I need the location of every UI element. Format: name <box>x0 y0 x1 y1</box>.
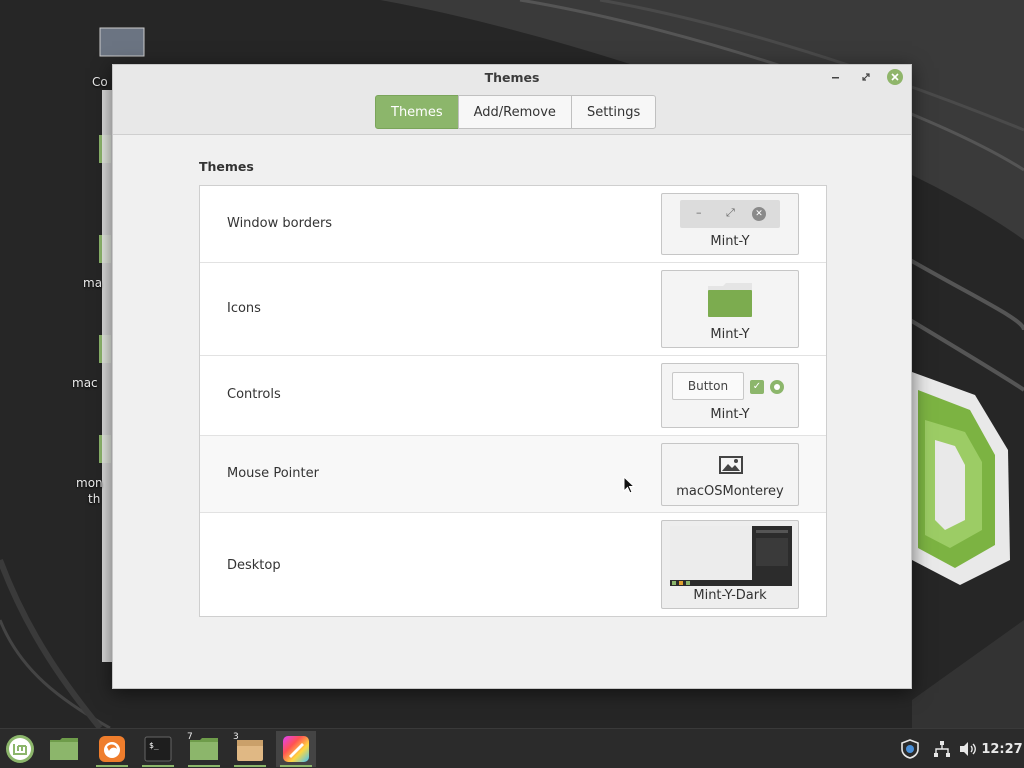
files-launcher[interactable] <box>44 731 84 767</box>
minimize-button[interactable] <box>828 69 844 85</box>
desktop-preview-icon <box>670 526 792 586</box>
terminal-launcher[interactable]: $_ <box>138 731 178 767</box>
icons-theme-button[interactable]: Mint-Y <box>661 270 799 348</box>
archive-group-launcher[interactable]: 3 <box>230 731 270 767</box>
folder-icon <box>708 283 752 317</box>
network-tray[interactable] <box>930 729 954 768</box>
theme-name: Mint-Y-Dark <box>693 588 767 603</box>
terminal-icon: $_ <box>144 736 172 762</box>
preview-minimize-icon: – <box>696 206 702 219</box>
close-icon <box>891 73 899 81</box>
preview-checkbox-icon: ✓ <box>750 380 764 394</box>
image-placeholder-icon <box>719 456 743 474</box>
tab-bar: Themes Add/Remove Settings <box>375 95 657 129</box>
row-label: Controls <box>227 387 281 402</box>
taskbar-panel: $_ 7 3 12:27 <box>0 728 1024 768</box>
firefox-launcher[interactable] <box>92 731 132 767</box>
preview-button: Button <box>672 372 744 400</box>
header-bar[interactable]: Themes Themes Add/Remove Settings <box>113 65 911 135</box>
row-window-borders: Window borders – ⤢ ✕ Mint-Y <box>200 186 826 263</box>
controls-theme-button[interactable]: Button ✓ Mint-Y <box>661 363 799 428</box>
volume-tray[interactable] <box>956 729 980 768</box>
clock[interactable]: 12:27 <box>981 729 1023 768</box>
theme-name: Mint-Y <box>710 327 750 342</box>
row-mouse-pointer: Mouse Pointer macOSMonterey <box>200 436 826 513</box>
row-controls: Controls Button ✓ Mint-Y <box>200 356 826 436</box>
section-title: Themes <box>199 159 254 174</box>
network-icon <box>934 741 950 757</box>
window-borders-preview: – ⤢ ✕ <box>680 200 780 228</box>
mouse-cursor-icon <box>623 476 635 494</box>
preview-close-icon: ✕ <box>752 207 766 221</box>
firefox-icon <box>99 736 125 762</box>
update-manager-tray[interactable] <box>898 729 922 768</box>
row-icons: Icons Mint-Y <box>200 263 826 356</box>
tab-add-remove[interactable]: Add/Remove <box>457 95 572 129</box>
clock-time: 12:27 <box>981 741 1023 757</box>
desktop-icon-label[interactable]: mon <box>76 476 103 490</box>
theme-name: Mint-Y <box>710 407 750 422</box>
desktop-icon-label[interactable]: th <box>88 492 100 506</box>
mint-menu-icon <box>6 735 34 763</box>
theme-name: macOSMonterey <box>676 484 784 499</box>
svg-text:$_: $_ <box>149 741 159 750</box>
desktop-icon-label[interactable]: Co <box>92 75 108 89</box>
themes-app-launcher[interactable] <box>276 731 316 767</box>
maximize-icon <box>862 73 870 81</box>
mouse-pointer-theme-button[interactable]: macOSMonterey <box>661 443 799 506</box>
shield-icon <box>901 739 919 759</box>
row-label: Desktop <box>227 558 281 573</box>
theme-name: Mint-Y <box>710 234 750 249</box>
window-count-badge: 3 <box>233 732 239 742</box>
tab-themes[interactable]: Themes <box>375 95 459 129</box>
desktop-icon-label[interactable]: ma <box>83 276 102 290</box>
theme-settings-list: Window borders – ⤢ ✕ Mint-Y Icons Mint-Y <box>199 185 827 617</box>
window-borders-theme-button[interactable]: – ⤢ ✕ Mint-Y <box>661 193 799 255</box>
row-desktop: Desktop Mint-Y-Dark <box>200 513 826 616</box>
preview-maximize-icon: ⤢ <box>726 206 735 219</box>
maximize-button[interactable] <box>858 69 874 85</box>
tab-settings[interactable]: Settings <box>570 95 657 129</box>
volume-icon <box>960 742 976 756</box>
preview-radio-icon <box>770 380 784 394</box>
files-icon <box>50 738 78 760</box>
mint-menu-button[interactable] <box>0 731 40 767</box>
themes-app-icon <box>283 736 309 762</box>
close-button[interactable] <box>887 69 903 85</box>
desktop-icon-label[interactable]: mac <box>72 376 98 390</box>
folder-group-launcher[interactable]: 7 <box>184 731 224 767</box>
window-count-badge: 7 <box>187 732 193 742</box>
themes-window: Themes Themes Add/Remove Settings Themes… <box>112 64 912 689</box>
row-label: Icons <box>227 301 261 316</box>
folder-group-icon <box>190 738 218 760</box>
window-title: Themes <box>484 70 540 85</box>
archive-group-icon <box>237 740 263 761</box>
row-label: Window borders <box>227 216 333 231</box>
row-label: Mouse Pointer <box>227 466 319 481</box>
desktop-theme-button[interactable]: Mint-Y-Dark <box>661 520 799 609</box>
minimize-icon <box>832 77 839 79</box>
